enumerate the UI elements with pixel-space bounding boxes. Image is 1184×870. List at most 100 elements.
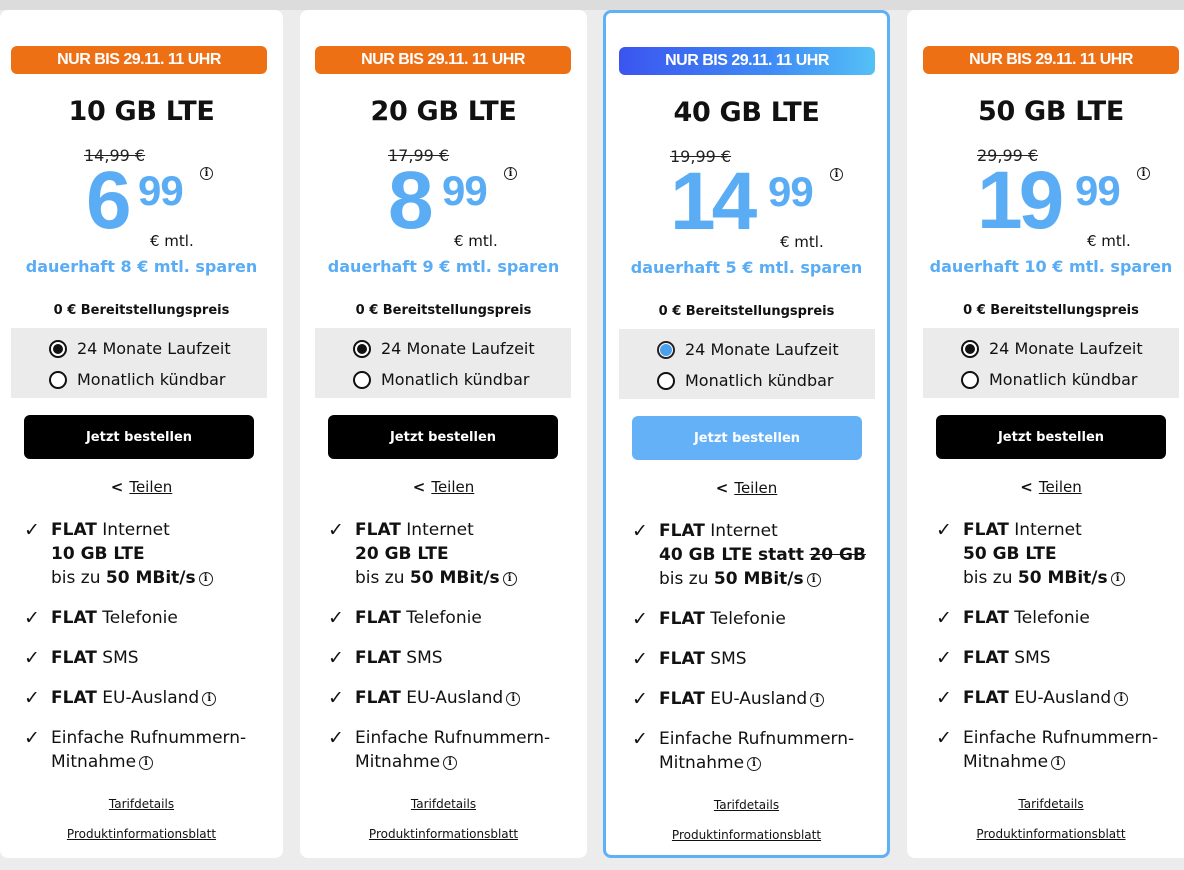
price-cents: 99	[442, 167, 488, 214]
price-info-icon[interactable]: i	[504, 167, 517, 180]
tariff-card-10gb: NUR BIS 29.11. 11 UHR 10 GB LTE 14,99 € …	[0, 10, 283, 858]
order-button[interactable]: Jetzt bestellen	[632, 416, 862, 460]
tariff-card-20gb: NUR BIS 29.11. 11 UHR 20 GB LTE 17,99 € …	[300, 10, 587, 858]
product-info-link[interactable]: Produktinformationsblatt	[0, 827, 283, 841]
share-link[interactable]: < Teilen	[0, 478, 283, 496]
tariff-title: 40 GB LTE	[673, 97, 820, 128]
share-icon: <	[110, 478, 124, 496]
price-unit: € mtl.	[150, 232, 194, 250]
option-monthly[interactable]: Monatlich kündbar	[961, 370, 1137, 389]
share-icon: <	[1020, 478, 1033, 496]
check-icon: ✓	[936, 519, 952, 541]
tarif-details-link[interactable]: Tarifdetails	[907, 797, 1184, 811]
term-options: 24 Monate Laufzeit Monatlich kündbar	[11, 328, 267, 398]
speed-info-icon[interactable]: i	[198, 572, 213, 586]
rufnr-info-icon[interactable]: i	[1051, 756, 1066, 770]
option-24-months[interactable]: 24 Monate Laufzeit	[657, 340, 839, 359]
price-euro: 6	[86, 155, 132, 246]
check-icon: ✓	[24, 727, 40, 749]
tariff-card-50gb: NUR BIS 29.11. 11 UHR 50 GB LTE 29,99 € …	[907, 10, 1184, 858]
savings-text: dauerhaft 8 € mtl. sparen	[25, 257, 258, 276]
check-icon: ✓	[936, 687, 952, 709]
check-icon: ✓	[328, 519, 344, 541]
order-button[interactable]: Jetzt bestellen	[24, 415, 254, 459]
check-icon: ✓	[936, 727, 952, 749]
product-info-link[interactable]: Produktinformationsblatt	[606, 828, 887, 842]
check-icon: ✓	[632, 648, 648, 670]
price-cents: 99	[138, 167, 184, 214]
tariff-title: 50 GB LTE	[977, 96, 1124, 127]
savings-text: dauerhaft 10 € mtl. sparen	[929, 257, 1173, 276]
option-monthly[interactable]: Monatlich kündbar	[657, 371, 833, 390]
check-icon: ✓	[632, 520, 648, 542]
speed-info-icon[interactable]: i	[806, 573, 821, 587]
check-icon: ✓	[24, 519, 40, 541]
check-icon: ✓	[632, 728, 648, 750]
tarif-details-link[interactable]: Tarifdetails	[606, 798, 887, 812]
order-button[interactable]: Jetzt bestellen	[328, 415, 558, 459]
price-unit: € mtl.	[454, 232, 498, 250]
check-icon: ✓	[936, 607, 952, 629]
radio-selected-icon[interactable]	[657, 340, 675, 359]
check-icon: ✓	[328, 607, 344, 629]
setup-fee: 0 € Bereitstellungspreis	[963, 303, 1139, 318]
radio-selected-icon[interactable]	[49, 339, 67, 358]
eu-info-icon[interactable]: i	[506, 692, 521, 706]
option-24-months[interactable]: 24 Monate Laufzeit	[49, 339, 231, 358]
deadline-badge: NUR BIS 29.11. 11 UHR	[619, 47, 875, 75]
product-info-link[interactable]: Produktinformationsblatt	[907, 827, 1184, 841]
tarif-details-link[interactable]: Tarifdetails	[300, 797, 587, 811]
deadline-badge: NUR BIS 29.11. 11 UHR	[11, 46, 267, 74]
price-cents: 99	[768, 168, 814, 215]
deadline-badge: NUR BIS 29.11. 11 UHR	[315, 46, 571, 74]
check-icon: ✓	[328, 647, 344, 669]
price-unit: € mtl.	[1087, 232, 1131, 250]
share-link[interactable]: < Teilen	[606, 479, 887, 497]
term-options: 24 Monate Laufzeit Monatlich kündbar	[923, 328, 1179, 398]
radio-empty-icon[interactable]	[49, 370, 67, 389]
option-monthly[interactable]: Monatlich kündbar	[353, 370, 529, 389]
check-icon: ✓	[328, 727, 344, 749]
eu-info-icon[interactable]: i	[810, 693, 825, 707]
price-info-icon[interactable]: i	[1137, 167, 1150, 180]
savings-text: dauerhaft 5 € mtl. sparen	[630, 258, 863, 277]
setup-fee: 0 € Bereitstellungspreis	[658, 304, 835, 319]
deadline-badge: NUR BIS 29.11. 11 UHR	[923, 46, 1179, 74]
check-icon: ✓	[936, 647, 952, 669]
speed-info-icon[interactable]: i	[502, 572, 517, 586]
option-monthly[interactable]: Monatlich kündbar	[49, 370, 225, 389]
share-link[interactable]: < Teilen	[907, 478, 1184, 496]
radio-empty-icon[interactable]	[353, 370, 371, 389]
share-icon: <	[715, 479, 729, 497]
radio-empty-icon[interactable]	[657, 371, 675, 390]
check-icon: ✓	[24, 687, 40, 709]
rufnr-info-icon[interactable]: i	[747, 757, 762, 771]
radio-selected-icon[interactable]	[961, 339, 979, 358]
tariff-title: 10 GB LTE	[68, 96, 215, 127]
speed-info-icon[interactable]: i	[1110, 572, 1125, 586]
rufnr-info-icon[interactable]: i	[139, 756, 154, 770]
radio-empty-icon[interactable]	[961, 370, 979, 389]
tariff-title: 20 GB LTE	[370, 96, 517, 127]
top-band	[0, 0, 1184, 10]
savings-text: dauerhaft 9 € mtl. sparen	[327, 257, 560, 276]
price-info-icon[interactable]: i	[200, 167, 213, 180]
rufnr-info-icon[interactable]: i	[443, 756, 458, 770]
setup-fee: 0 € Bereitstellungspreis	[53, 303, 230, 318]
check-icon: ✓	[632, 608, 648, 630]
radio-selected-icon[interactable]	[353, 339, 371, 358]
option-24-months[interactable]: 24 Monate Laufzeit	[353, 339, 535, 358]
share-icon: <	[412, 478, 426, 496]
price-unit: € mtl.	[780, 233, 824, 251]
price-info-icon[interactable]: i	[830, 168, 843, 181]
eu-info-icon[interactable]: i	[202, 692, 217, 706]
eu-info-icon[interactable]: i	[1114, 692, 1129, 706]
tarif-details-link[interactable]: Tarifdetails	[0, 797, 283, 811]
product-info-link[interactable]: Produktinformationsblatt	[300, 827, 587, 841]
option-24-months[interactable]: 24 Monate Laufzeit	[961, 339, 1143, 358]
term-options: 24 Monate Laufzeit Monatlich kündbar	[619, 329, 875, 399]
price-euro: 8	[388, 155, 434, 246]
check-icon: ✓	[632, 688, 648, 710]
share-link[interactable]: < Teilen	[300, 478, 587, 496]
order-button[interactable]: Jetzt bestellen	[936, 415, 1166, 459]
